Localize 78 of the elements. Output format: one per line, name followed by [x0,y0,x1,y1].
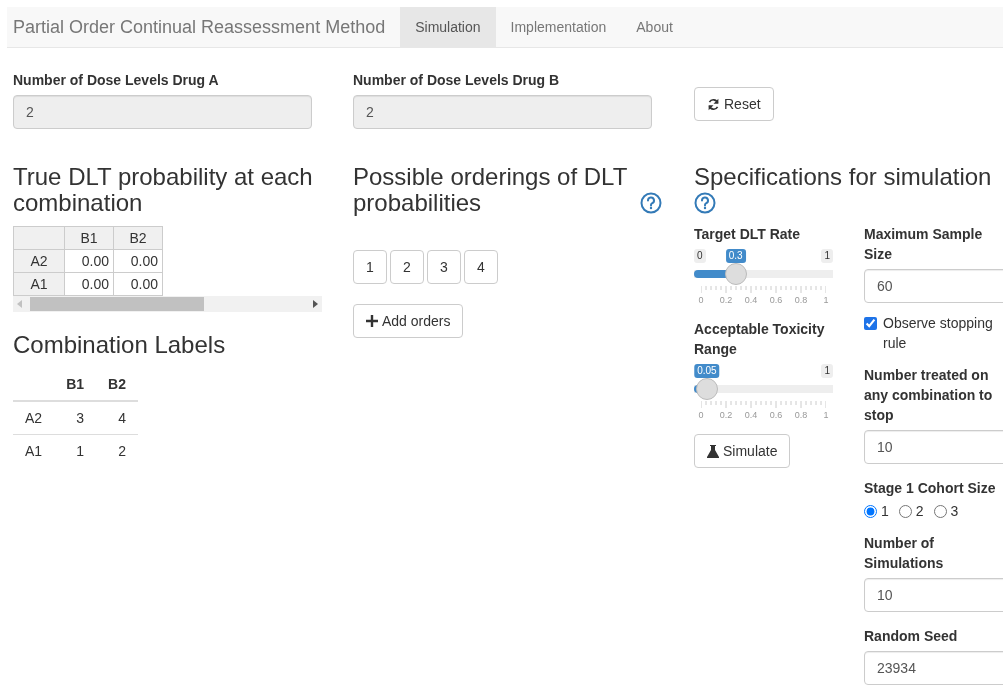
radio-button[interactable] [864,504,877,518]
nav-tab[interactable]: Simulation [400,7,496,47]
plus-icon [366,315,378,327]
column-header: B2 [96,368,138,401]
slider-tick-label: 0 [698,410,704,420]
help-icon[interactable] [639,192,662,214]
slider-tick-label: 0 [698,295,704,305]
field-label: Number treated on any combination to stop [864,366,994,425]
checkbox[interactable] [864,317,877,330]
slider-tick-label: 0.4 [744,410,758,420]
slider-handle[interactable] [695,378,718,400]
field-label: Number of Dose Levels Drug A [13,71,220,90]
table-cell: 3 [54,401,97,435]
refresh-icon [707,97,720,111]
radio-button[interactable] [933,504,947,518]
column-header: B2 [113,226,163,250]
field-label: Number of Simulations [864,534,945,573]
slider-tick-label: 0.6 [769,410,783,420]
help-icon[interactable] [694,192,716,214]
slider-tick-label: 1 [823,410,829,420]
stopping-rule-checkbox[interactable]: Observe stopping rule [864,313,1003,353]
number-field[interactable]: 2 [353,95,652,129]
field-label: Random Seed [864,627,959,646]
slider-tick-label: 0.2 [719,295,733,305]
slider-max-label: 1 [821,364,833,378]
slider-max-label: 1 [821,249,833,263]
app-title: Partial Order Continual Reassessment Method [12,15,387,39]
slider-value-label: 0.05 [694,364,720,378]
simulate-button[interactable]: Simulate [694,434,791,468]
horizontal-scrollbar[interactable] [13,296,322,312]
nav-tab[interactable]: About [621,7,688,47]
order-button[interactable]: 3 [427,250,461,284]
add-orders-button[interactable]: Add orders [353,304,464,338]
field-label: Maximum Sample Size [864,225,984,264]
section-heading: True DLT probability at each combination [13,164,314,216]
radio-label: 3 [950,503,959,519]
column-header: B1 [54,368,97,401]
row-header: A2 [13,249,65,273]
radio-label: 1 [881,503,889,519]
slider-handle[interactable] [724,263,747,285]
flask-icon [707,444,719,458]
number-field[interactable]: 10 [864,578,1003,612]
row-header: A1 [13,272,65,296]
section-heading: Possible orderings of DLT probabilities [353,164,628,216]
number-field[interactable]: 10 [864,430,1003,464]
radio-button[interactable] [898,504,912,518]
slider-tick-label: 0.8 [794,295,808,305]
section-heading: Specifications for simulation [694,164,992,190]
slider-tick-label: 0.8 [794,410,808,420]
slider-tick-label: 1 [823,295,829,305]
slider-min-label: 0 [694,249,706,263]
number-field[interactable]: 2 [13,95,312,129]
table-cell: 4 [96,401,138,435]
order-button[interactable]: 2 [390,250,424,284]
scroll-right-icon[interactable] [311,300,319,308]
row-header: A1 [13,434,55,467]
reset-button[interactable]: Reset [694,87,774,121]
nav-tab[interactable]: Implementation [495,7,622,47]
table-cell: 2 [96,434,138,467]
radio-label: 2 [915,503,924,519]
section-heading: Combination Labels [13,332,226,358]
column-header: B1 [64,226,114,250]
field-label: Acceptable Toxicity Range [694,320,826,359]
number-field[interactable]: 60 [864,269,1003,303]
row-header: A2 [13,401,55,435]
field-label: Stage 1 Cohort Size [864,479,997,498]
number-field[interactable]: 23934 [864,651,1003,685]
table-cell: 1 [54,434,97,467]
order-button[interactable]: 4 [464,250,498,284]
slider-value-label: 0.3 [725,249,746,263]
field-label: Number of Dose Levels Drug B [353,71,561,90]
checkbox-label: Observe stopping rule [883,314,994,353]
order-button[interactable]: 1 [353,250,387,284]
slider-tick-label: 0.6 [769,295,783,305]
table-corner [13,226,65,250]
slider-tick-label: 0.2 [719,410,733,420]
field-label: Target DLT Rate [694,225,802,244]
slider-tick-label: 0.4 [744,295,758,305]
